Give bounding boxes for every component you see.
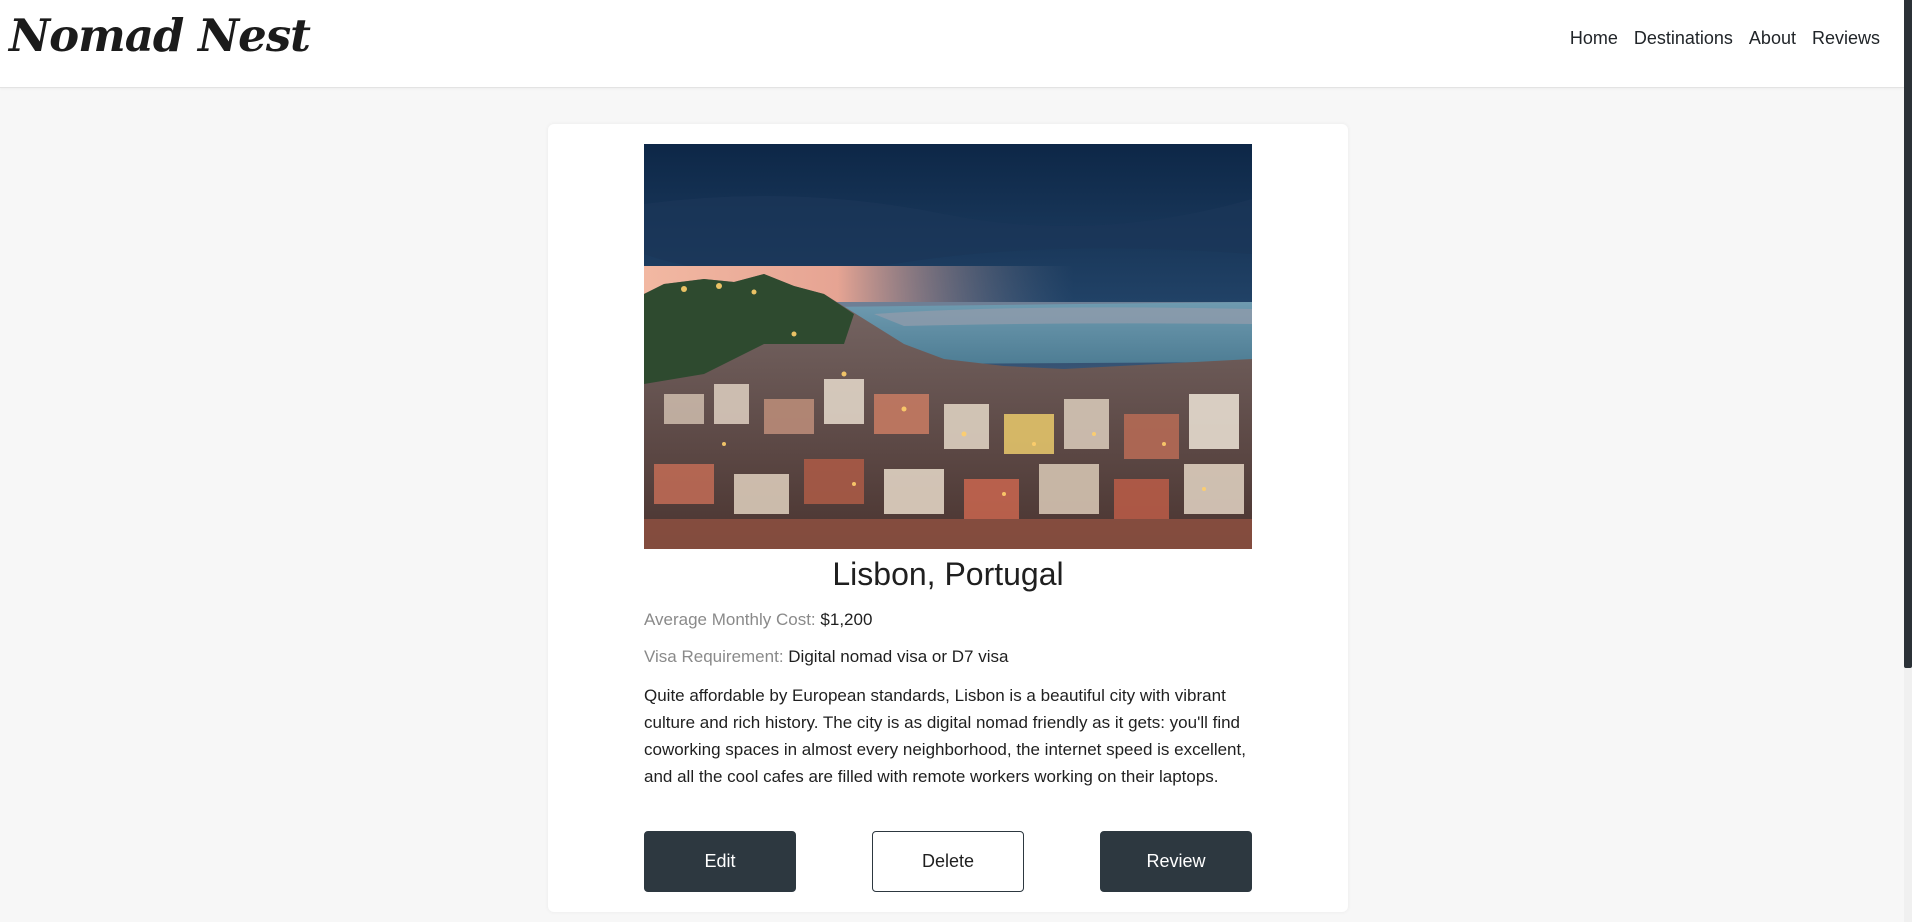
brand-logo[interactable]: Nomad Nest <box>9 6 311 66</box>
monthly-cost-row: Average Monthly Cost: $1,200 <box>644 609 872 631</box>
visa-requirement-value: Digital nomad visa or D7 visa <box>788 647 1009 666</box>
nav-home-link[interactable]: Home <box>1570 28 1618 49</box>
destination-title: Lisbon, Portugal <box>832 556 1064 592</box>
main-nav: Home Destinations About Reviews <box>1570 28 1880 49</box>
visa-requirement-label: Visa Requirement: <box>644 647 784 666</box>
nav-reviews-link[interactable]: Reviews <box>1812 28 1880 49</box>
destination-card: Lisbon, Portugal Average Monthly Cost: $… <box>548 124 1348 912</box>
edit-button[interactable]: Edit <box>644 831 796 892</box>
review-button[interactable]: Review <box>1100 831 1252 892</box>
monthly-cost-value: $1,200 <box>820 610 873 629</box>
top-navbar: Nomad Nest Home Destinations About Revie… <box>0 0 1904 88</box>
destination-photo <box>644 144 1252 549</box>
nav-about-link[interactable]: About <box>1749 28 1796 49</box>
monthly-cost-label: Average Monthly Cost: <box>644 610 816 629</box>
visa-requirement-row: Visa Requirement: Digital nomad visa or … <box>644 646 1008 668</box>
page-scrollbar[interactable] <box>1904 0 1912 922</box>
nav-destinations-link[interactable]: Destinations <box>1634 28 1733 49</box>
destination-description: Quite affordable by European standards, … <box>644 686 1246 786</box>
scrollbar-thumb[interactable] <box>1904 0 1912 668</box>
delete-button[interactable]: Delete <box>872 831 1024 892</box>
